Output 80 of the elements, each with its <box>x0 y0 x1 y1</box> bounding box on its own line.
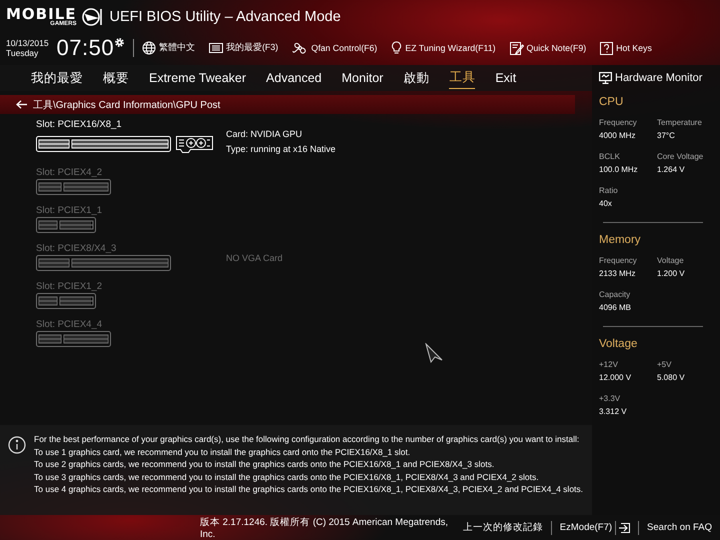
slot-info-text: Type: running at x16 Native <box>226 143 337 156</box>
reading-value: 12.000 V <box>599 372 632 384</box>
panel-title: Hardware Monitor <box>615 72 702 84</box>
slot-label: Slot: PCIEX4_4 <box>36 319 104 331</box>
slot-label: Slot: PCIEX8/X4_3 <box>36 243 118 255</box>
reading-label: Ratio <box>599 185 619 197</box>
reading-value: 40x <box>599 198 613 210</box>
reading-value: 1.264 V <box>657 164 686 176</box>
question-icon <box>600 42 614 54</box>
info-text: To use 4 graphics cards, we recommend you to install the graphics cards onto the PCIEX16/X8_1, PCIEX8/X4_3, PCIEX4_2 and PCIEX4_4 slots. <box>34 483 584 496</box>
footer-button[interactable]: 上一次的修改記錄 <box>454 521 551 534</box>
reading-label: BCLK <box>599 151 621 163</box>
date-text: 10/13/2015 <box>6 38 49 48</box>
exit-arrow-icon <box>619 522 630 532</box>
slot-label: Slot: PCIEX1_2 <box>36 281 104 293</box>
menu-tab[interactable]: 我的最愛 <box>31 68 83 88</box>
toolbar-button[interactable]: Hot Keys <box>600 42 652 54</box>
pcie-slot-drawing <box>36 217 96 233</box>
info-icon <box>8 436 26 454</box>
reading-value: 2133 MHz <box>599 268 636 280</box>
footer-button[interactable]: EzMode(F7) <box>552 520 638 534</box>
toolbar-button[interactable]: Qfan Control(F6) <box>292 42 378 54</box>
reading-value: 4096 MB <box>599 302 632 314</box>
reading-label: +12V <box>599 359 619 371</box>
slot-label: Slot: PCIEX4_2 <box>36 167 104 179</box>
reading-value: 100.0 MHz <box>599 164 639 176</box>
footer-button[interactable]: Search on FAQ <box>639 522 720 533</box>
reading-value: 5.080 V <box>657 372 686 384</box>
logo-wordmark: MOBILE <box>6 7 76 22</box>
fan-icon <box>292 42 308 54</box>
toolbar-button[interactable]: 繁體中文 <box>142 41 196 55</box>
settings-icon[interactable] <box>114 37 126 48</box>
menu-tab[interactable]: 工具 <box>449 67 476 89</box>
list-icon <box>209 42 224 54</box>
clock-time: 07:50 <box>56 35 114 61</box>
reading-value: 37°C <box>657 130 676 142</box>
reading-label: Voltage <box>657 255 685 267</box>
mouse-pointer-icon <box>425 343 443 363</box>
toolbar-button[interactable]: 我的最愛(F3) <box>209 42 278 54</box>
menu-tab[interactable]: Monitor <box>342 69 384 87</box>
breadcrumb-path: 工具\Graphics Card Information\GPU Post <box>33 98 220 112</box>
pcie-slot-drawing <box>36 293 96 309</box>
reading-label: Capacity <box>599 289 632 301</box>
slot-label: Slot: PCIEX1_1 <box>36 205 104 217</box>
reading-label: Frequency <box>599 117 638 129</box>
toolbar-button[interactable]: EZ Tuning Wizard(F11) <box>391 41 496 55</box>
reading-value: 1.200 V <box>657 268 686 280</box>
section-heading: Voltage <box>599 338 638 350</box>
menu-tab[interactable]: Advanced <box>266 69 322 87</box>
app-title: UEFI BIOS Utility – Advanced Mode <box>110 9 341 25</box>
globe-icon <box>142 41 156 55</box>
slot-info-text: NO VGA Card <box>226 252 284 265</box>
reading-value: 4000 MHz <box>599 130 636 142</box>
info-text: To use 2 graphics cards, we recommend you to install the graphics cards onto the PCIEX16/X8_1 and PCIEX8/X4_3 slots. <box>34 458 496 470</box>
graphics-card-icon <box>176 136 213 152</box>
slot-info-text: Card: NVIDIA GPU <box>226 128 304 141</box>
toolbar-button[interactable]: Quick Note(F9) <box>510 42 586 54</box>
info-text: For the best performance of your graphics card(s), use the following configuration according to the number of graphics card(s) you want to install: <box>34 433 580 446</box>
info-text: To use 1 graphics card, we recommend you to install the graphics card onto the PCIEX16/X8_1 slot. <box>34 446 412 458</box>
logo-emblem-icon <box>80 7 102 27</box>
reading-value: 3.312 V <box>599 406 628 418</box>
weekday-text: Tuesday <box>6 48 40 58</box>
menu-tab[interactable]: Extreme Tweaker <box>149 69 246 87</box>
menu-tab[interactable]: 概要 <box>103 68 129 88</box>
menu-tab[interactable]: 啟動 <box>403 68 430 88</box>
back-arrow-icon[interactable] <box>16 100 27 109</box>
note-pencil-icon <box>510 42 524 54</box>
menu-tab[interactable]: Exit <box>495 69 516 87</box>
reading-label: Core Voltage <box>657 151 704 163</box>
reading-label: Temperature <box>657 117 703 129</box>
section-heading: Memory <box>599 234 642 246</box>
lightbulb-icon <box>391 41 402 55</box>
info-text: To use 3 graphics cards, we recommend you to install the graphics cards onto the PCIEX16/X8_1, PCIEX8/X4_3 and PCIEX4_2 slots. <box>34 470 540 483</box>
monitor-icon <box>599 72 612 84</box>
reading-label: +3.3V <box>599 393 622 405</box>
reading-label: +5V <box>657 359 672 371</box>
slot-label: Slot: PCIEX16/X8_1 <box>36 119 123 131</box>
reading-label: Frequency <box>599 255 638 267</box>
version-text: 版本 2.17.1246. 版權所有 (C) 2015 American Megatrends, Inc. <box>200 516 449 540</box>
section-heading: CPU <box>599 96 624 108</box>
